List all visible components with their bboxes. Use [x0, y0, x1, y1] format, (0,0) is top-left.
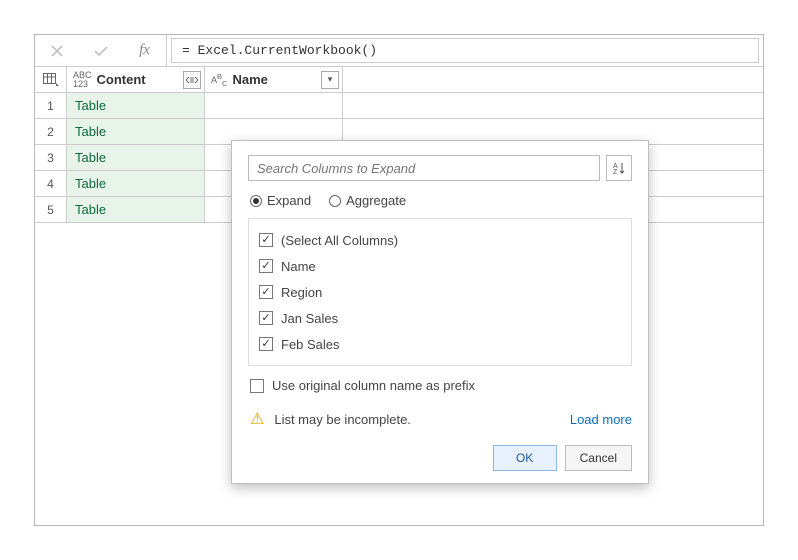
- warning-icon: ⚠: [250, 409, 264, 429]
- header-row: ABC123 Content ABC Name ▾: [35, 67, 763, 93]
- cell-content[interactable]: Table: [67, 119, 205, 144]
- warning-row: ⚠ List may be incomplete. Load more: [248, 409, 632, 429]
- checkbox-icon: [259, 285, 273, 299]
- checkbox-icon: [250, 379, 264, 393]
- column-header-content-label: Content: [97, 72, 146, 87]
- cell-content[interactable]: Table: [67, 197, 205, 222]
- row-number[interactable]: 5: [35, 197, 67, 222]
- cell-content[interactable]: Table: [67, 93, 205, 118]
- columns-checklist: (Select All Columns) Name Region Jan Sal…: [248, 218, 632, 366]
- checklist-label: Region: [281, 285, 322, 300]
- sort-columns-button[interactable]: A Z: [606, 155, 632, 181]
- row-number[interactable]: 2: [35, 119, 67, 144]
- checklist-item[interactable]: (Select All Columns): [259, 227, 621, 253]
- radio-aggregate[interactable]: Aggregate: [329, 193, 406, 208]
- cell-name[interactable]: [205, 93, 343, 118]
- checklist-item[interactable]: Region: [259, 279, 621, 305]
- dialog-button-row: OK Cancel: [248, 445, 632, 471]
- formula-bar: fx = Excel.CurrentWorkbook(): [35, 35, 763, 67]
- warning-text: List may be incomplete.: [274, 412, 411, 427]
- prefix-label: Use original column name as prefix: [272, 378, 475, 393]
- radio-aggregate-label: Aggregate: [346, 193, 406, 208]
- table-row: 1 Table: [35, 93, 763, 119]
- checklist-item[interactable]: Feb Sales: [259, 331, 621, 357]
- checklist-label: Feb Sales: [281, 337, 340, 352]
- column-header-content[interactable]: ABC123 Content: [67, 67, 205, 92]
- checklist-label: (Select All Columns): [281, 233, 398, 248]
- checklist-item[interactable]: Jan Sales: [259, 305, 621, 331]
- checkbox-icon: [259, 259, 273, 273]
- radio-expand-label: Expand: [267, 193, 311, 208]
- svg-text:Z: Z: [613, 169, 618, 175]
- radio-expand[interactable]: Expand: [250, 193, 311, 208]
- column-header-name-label: Name: [232, 72, 267, 87]
- load-more-link[interactable]: Load more: [570, 412, 632, 427]
- cell-content[interactable]: Table: [67, 145, 205, 170]
- formula-cancel-button[interactable]: [35, 35, 79, 66]
- checklist-label: Jan Sales: [281, 311, 338, 326]
- cancel-button[interactable]: Cancel: [565, 445, 632, 471]
- prefix-checkbox-row[interactable]: Use original column name as prefix: [248, 378, 632, 393]
- row-number[interactable]: 3: [35, 145, 67, 170]
- cell-content[interactable]: Table: [67, 171, 205, 196]
- formula-accept-button[interactable]: [79, 35, 123, 66]
- type-any-icon: ABC123: [73, 71, 92, 89]
- search-columns-input[interactable]: [248, 155, 600, 181]
- checkbox-icon: [259, 337, 273, 351]
- radio-dot-icon: [250, 195, 262, 207]
- filter-name-button[interactable]: ▾: [321, 71, 339, 89]
- column-header-name[interactable]: ABC Name ▾: [205, 67, 343, 92]
- fx-icon: fx: [123, 35, 167, 66]
- radio-dot-icon: [329, 195, 341, 207]
- checkbox-icon: [259, 311, 273, 325]
- mode-radio-group: Expand Aggregate: [248, 193, 632, 208]
- row-number[interactable]: 1: [35, 93, 67, 118]
- table-corner-icon[interactable]: [35, 67, 67, 92]
- checkbox-icon: [259, 233, 273, 247]
- checklist-label: Name: [281, 259, 316, 274]
- row-number[interactable]: 4: [35, 171, 67, 196]
- ok-button[interactable]: OK: [493, 445, 557, 471]
- expand-content-button[interactable]: [183, 71, 201, 89]
- formula-input[interactable]: = Excel.CurrentWorkbook(): [171, 38, 759, 63]
- query-editor-frame: fx = Excel.CurrentWorkbook() ABC123 Cont…: [34, 34, 764, 526]
- checklist-item[interactable]: Name: [259, 253, 621, 279]
- type-text-icon: ABC: [211, 72, 227, 88]
- expand-columns-popup: A Z Expand Aggregate (Select All Columns…: [231, 140, 649, 484]
